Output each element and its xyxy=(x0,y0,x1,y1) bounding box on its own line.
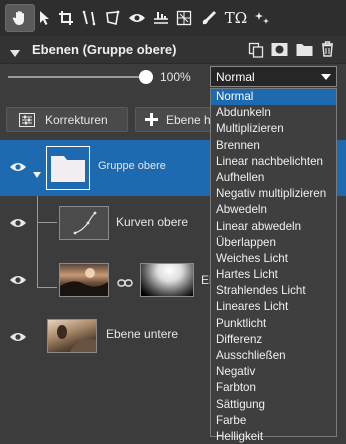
group-expand-chevron-icon[interactable] xyxy=(33,165,41,183)
duplicate-layer-icon[interactable] xyxy=(248,42,264,63)
blend-mode-option[interactable]: Normal xyxy=(211,89,336,106)
levels-icon xyxy=(153,10,169,26)
text-tool[interactable]: TΩ xyxy=(223,4,249,32)
crop-icon xyxy=(58,10,74,26)
blend-mode-option[interactable]: Sättigung xyxy=(211,397,336,413)
blend-mode-option[interactable]: Lineares Licht xyxy=(211,299,336,315)
curves-adjustment-thumbnail xyxy=(59,206,109,240)
visibility-eye-icon[interactable] xyxy=(9,330,27,348)
panel-title: Ebenen (Gruppe obere) xyxy=(32,42,177,57)
add-layer-label: Ebene hi xyxy=(166,113,214,127)
toolbar: TΩ xyxy=(0,0,346,36)
levels-tool[interactable] xyxy=(151,4,171,32)
blend-mode-option[interactable]: Brennen xyxy=(211,138,336,154)
brush-icon xyxy=(200,10,218,26)
effects-icon xyxy=(254,10,270,26)
blend-mode-value: Normal xyxy=(216,70,255,84)
blend-mode-option[interactable]: Negativ multiplizieren xyxy=(211,186,336,202)
folder-icon[interactable] xyxy=(296,42,313,62)
visibility-eye-icon[interactable] xyxy=(9,216,27,234)
mask-icon[interactable] xyxy=(271,42,288,62)
grid-tool[interactable] xyxy=(174,4,194,32)
brush-tool[interactable] xyxy=(198,4,220,32)
text-icon: TΩ xyxy=(224,9,248,27)
pointer-icon xyxy=(39,10,51,26)
hand-tool[interactable] xyxy=(5,4,35,32)
blend-mode-dropdown: Normal Abdunkeln Multiplizieren Brennen Line… xyxy=(210,88,337,443)
collapse-chevron-icon[interactable] xyxy=(10,45,20,63)
add-adjustment-button[interactable]: Korrekturen xyxy=(6,107,128,132)
blend-mode-option[interactable]: Differenz xyxy=(211,332,336,348)
view-tool[interactable] xyxy=(126,4,148,32)
blend-mode-option[interactable]: Abwedeln xyxy=(211,202,336,218)
image-layer-thumbnail xyxy=(59,263,109,297)
perspective-icon xyxy=(105,10,121,26)
plus-icon xyxy=(144,112,159,130)
pointer-tool[interactable] xyxy=(36,4,54,32)
transform-tool[interactable] xyxy=(79,4,99,32)
dropdown-arrow-icon xyxy=(321,74,331,80)
blend-mode-option[interactable]: Strahlendes Licht xyxy=(211,283,336,299)
adjustments-icon xyxy=(19,113,35,130)
link-chain-icon[interactable] xyxy=(117,275,133,293)
blend-mode-option[interactable]: Hartes Licht xyxy=(211,267,336,283)
crop-tool[interactable] xyxy=(56,4,76,32)
blend-mode-option[interactable]: Farbe xyxy=(211,413,336,429)
blend-mode-option[interactable]: Multiplizieren xyxy=(211,121,336,137)
blend-mode-option[interactable]: Ausschließen xyxy=(211,348,336,364)
hand-icon xyxy=(11,9,29,27)
visibility-eye-icon[interactable] xyxy=(9,273,27,291)
layer-name: Kurven obere xyxy=(116,215,189,229)
blend-mode-option[interactable]: Linear abwedeln xyxy=(211,219,336,235)
blend-mode-option[interactable]: Helligkeit xyxy=(211,429,336,444)
layer-name: Gruppe obere xyxy=(98,160,166,172)
blend-mode-select[interactable]: Normal xyxy=(210,66,337,87)
blend-mode-option[interactable]: Linear nachbelichten xyxy=(211,154,336,170)
visibility-eye-icon[interactable] xyxy=(9,160,27,178)
blend-mode-option[interactable]: Aufhellen xyxy=(211,170,336,186)
layers-panel-header: Ebenen (Gruppe obere) xyxy=(0,36,346,64)
opacity-slider-thumb[interactable] xyxy=(139,70,153,84)
blend-mode-option[interactable]: Punktlicht xyxy=(211,316,336,332)
layer-mask-thumbnail xyxy=(140,263,194,297)
blend-mode-option[interactable]: Überlappen xyxy=(211,235,336,251)
image-layer-thumbnail xyxy=(47,319,97,353)
add-layer-button[interactable]: Ebene hi xyxy=(135,107,219,132)
eye-icon xyxy=(128,12,146,24)
trash-icon[interactable] xyxy=(321,41,334,62)
layer-name: Ebene untere xyxy=(106,327,179,341)
grid-icon xyxy=(176,10,192,26)
blend-mode-option[interactable]: Abdunkeln xyxy=(211,105,336,121)
blend-mode-option[interactable]: Weiches Licht xyxy=(211,251,336,267)
blend-mode-option[interactable]: Negativ xyxy=(211,364,336,380)
effects-tool[interactable] xyxy=(252,4,272,32)
opacity-slider-track[interactable] xyxy=(8,76,146,78)
opacity-value: 100% xyxy=(160,70,191,84)
add-adjustment-label: Korrekturen xyxy=(45,113,108,127)
group-folder-thumbnail xyxy=(46,146,90,190)
transform-icon xyxy=(81,10,97,26)
perspective-tool[interactable] xyxy=(103,4,123,32)
blend-mode-option[interactable]: Farbton xyxy=(211,380,336,396)
